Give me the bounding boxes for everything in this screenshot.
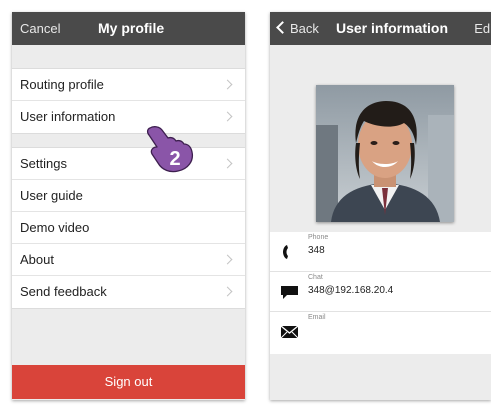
- chevron-right-icon: [222, 286, 233, 297]
- info-row-chat[interactable]: Chat 348@192.168.20.4: [270, 272, 491, 312]
- page-title: My profile: [98, 20, 165, 36]
- chat-icon: [281, 286, 298, 299]
- back-label: Back: [290, 21, 319, 36]
- info-value: 348@192.168.20.4: [308, 285, 394, 296]
- menu-group-profile: Routing profile User information: [12, 68, 245, 134]
- user-information-screen: Back User information Edi: [270, 12, 491, 400]
- sign-out-button[interactable]: Sign out: [12, 365, 245, 399]
- chevron-right-icon: [222, 158, 233, 169]
- menu-item-settings[interactable]: Settings: [12, 148, 245, 180]
- menu-item-label: Settings: [20, 156, 67, 171]
- info-row-email[interactable]: Email: [270, 312, 491, 354]
- chevron-left-icon: [276, 21, 289, 34]
- menu-item-label: Demo video: [20, 220, 90, 235]
- menu-group-app: Settings User guide Demo video About Sen…: [12, 147, 245, 309]
- menu-item-label: Send feedback: [20, 284, 107, 299]
- info-row-phone[interactable]: Phone 348: [270, 232, 491, 272]
- info-label: Chat: [308, 274, 323, 281]
- profile-photo: [316, 85, 454, 222]
- user-info-card: Phone 348 Chat 348@192.168.20.4 Email: [270, 232, 491, 354]
- menu-item-label: Routing profile: [20, 77, 104, 92]
- navbar: Back User information Edi: [270, 12, 491, 45]
- photo-area: [270, 45, 491, 232]
- page-title: User information: [336, 20, 449, 36]
- info-value: 348: [308, 245, 325, 256]
- menu-item-label: User information: [20, 109, 116, 124]
- chevron-right-icon: [222, 254, 233, 265]
- menu-item-label: User guide: [20, 188, 83, 203]
- cancel-button[interactable]: Cancel: [20, 21, 60, 36]
- menu-item-user-guide[interactable]: User guide: [12, 180, 245, 212]
- menu-item-user-information[interactable]: User information: [12, 101, 245, 133]
- menu-item-demo-video[interactable]: Demo video: [12, 212, 245, 244]
- menu-item-send-feedback[interactable]: Send feedback: [12, 276, 245, 308]
- info-label: Email: [308, 314, 326, 321]
- chevron-right-icon: [222, 111, 233, 122]
- step-badge: 2: [169, 148, 180, 170]
- email-icon: [280, 325, 299, 339]
- menu-item-label: About: [20, 252, 54, 267]
- menu-item-routing-profile[interactable]: Routing profile: [12, 69, 245, 101]
- navbar: Cancel My profile: [12, 12, 245, 45]
- menu-item-about[interactable]: About: [12, 244, 245, 276]
- my-profile-screen: Cancel My profile Routing profile User i…: [12, 12, 245, 400]
- tap-hand-icon: 2: [146, 126, 194, 173]
- back-button[interactable]: Back: [276, 21, 319, 36]
- edit-button[interactable]: Edi: [474, 21, 491, 36]
- chevron-right-icon: [222, 79, 233, 90]
- info-label: Phone: [308, 234, 329, 241]
- phone-icon: [283, 245, 288, 259]
